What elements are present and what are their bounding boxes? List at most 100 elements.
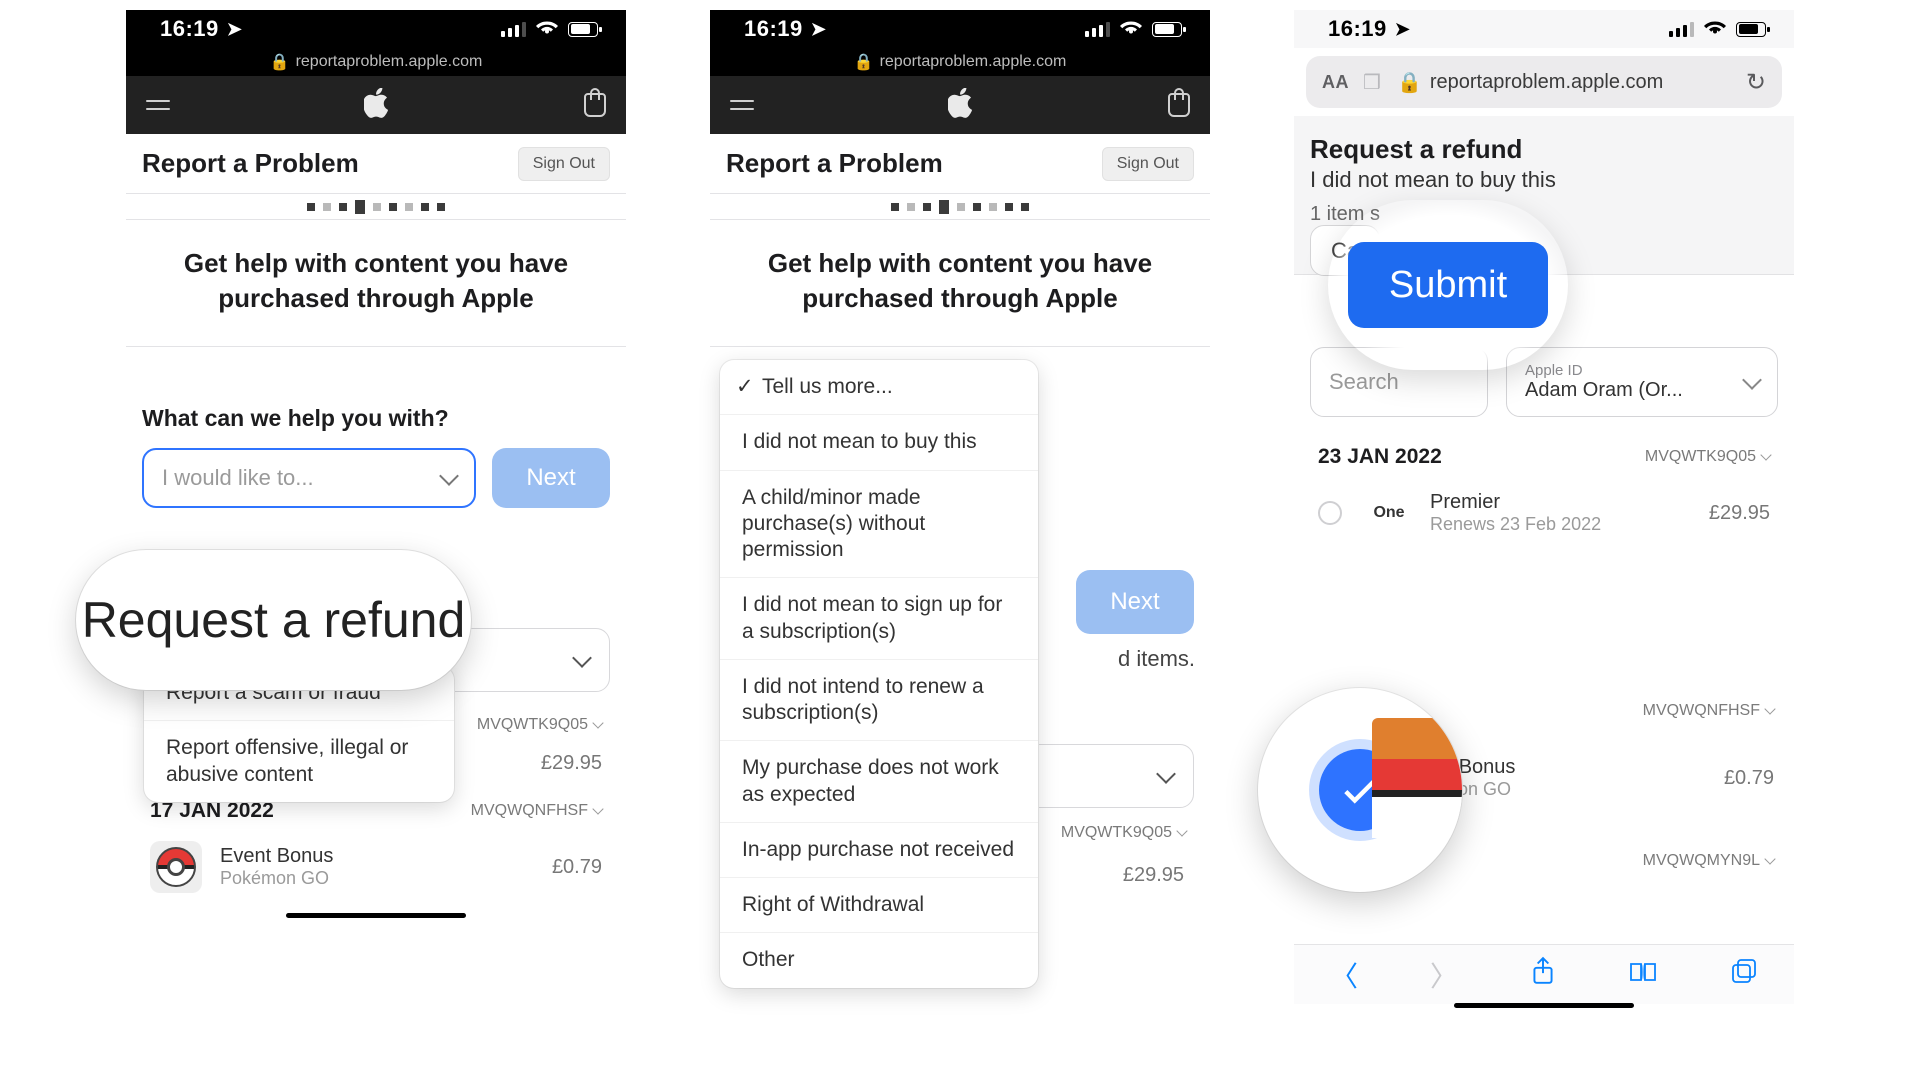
dropdown-item[interactable]: In-app purchase not received xyxy=(720,822,1038,877)
reason-select-placeholder: I would like to... xyxy=(162,465,314,491)
order-id[interactable]: MVQWTK9Q05 xyxy=(1061,824,1186,842)
apple-logo-icon[interactable] xyxy=(364,88,390,123)
battery-icon xyxy=(1736,22,1766,37)
order-id-text: MVQWQMYN9L xyxy=(1643,852,1760,870)
apple-global-nav xyxy=(710,76,1210,134)
extension-icon[interactable]: ❒ xyxy=(1363,70,1381,95)
status-time: 16:19 xyxy=(160,16,219,42)
bag-icon[interactable] xyxy=(1168,93,1190,117)
line-item-title: Event Bonus xyxy=(220,845,534,868)
bookmarks-icon[interactable] xyxy=(1628,959,1658,991)
order-id-text: MVQWQNFHSF xyxy=(1643,702,1760,720)
dropdown-item[interactable]: Other xyxy=(720,932,1038,987)
zoom-refund-text: Request a refund xyxy=(82,591,466,649)
order-id-text: MVQWTK9Q05 xyxy=(477,716,588,734)
dropdown-item[interactable]: I did not mean to sign up for a subscrip… xyxy=(720,577,1038,659)
sign-out-button[interactable]: Sign Out xyxy=(518,147,610,181)
chevron-down-icon xyxy=(1764,853,1775,864)
share-icon[interactable] xyxy=(1530,956,1556,993)
location-icon: ➤ xyxy=(227,19,243,40)
safari-url-text: reportaproblem.apple.com xyxy=(1430,71,1663,94)
next-button[interactable]: Next xyxy=(492,448,610,508)
cellular-icon xyxy=(501,21,526,37)
chevron-down-icon xyxy=(1176,825,1187,836)
order-id[interactable]: MVQWQNFHSF xyxy=(1643,702,1774,720)
order-id[interactable]: MVQWTK9Q05 xyxy=(1645,448,1770,466)
order-date: 23 JAN 2022 xyxy=(1318,445,1442,469)
dropdown-item-selected[interactable]: Tell us more... xyxy=(720,360,1038,414)
location-icon: ➤ xyxy=(1395,19,1411,40)
battery-icon xyxy=(568,22,598,37)
tell-us-more-dropdown[interactable]: Tell us more... I did not mean to buy th… xyxy=(720,360,1038,988)
sign-out-button[interactable]: Sign Out xyxy=(1102,147,1194,181)
battery-icon xyxy=(1152,22,1182,37)
cellular-icon xyxy=(1669,21,1694,37)
order-id[interactable]: MVQWQMYN9L xyxy=(1643,852,1774,870)
dropdown-item[interactable]: I did not mean to buy this xyxy=(720,414,1038,469)
app-thumb xyxy=(150,841,202,893)
safari-url-light[interactable]: AA ❒ 🔒 reportaproblem.apple.com ↻ xyxy=(1306,56,1782,108)
line-item[interactable]: One Premier Renews 23 Feb 2022 £29.95 xyxy=(1310,477,1778,549)
help-heading: Get help with content you have purchased… xyxy=(126,220,626,347)
help-heading: Get help with content you have purchased… xyxy=(710,220,1210,347)
dropdown-item[interactable]: Report offensive, illegal or abusive con… xyxy=(144,720,454,802)
question-label: What can we help you with? xyxy=(142,405,610,432)
menu-icon[interactable] xyxy=(146,100,170,110)
cellular-icon xyxy=(1085,21,1110,37)
line-item[interactable]: Event Bonus Pokémon GO £0.79 xyxy=(142,831,610,903)
dropdown-item[interactable]: A child/minor made purchase(s) without p… xyxy=(720,470,1038,578)
radio-unselected[interactable] xyxy=(1318,501,1342,525)
wifi-icon xyxy=(1120,19,1142,40)
refund-reason: I did not mean to buy this xyxy=(1310,167,1778,193)
safari-url-dark[interactable]: 🔒 reportaproblem.apple.com xyxy=(710,48,1210,76)
apple-global-nav xyxy=(126,76,626,134)
apple-one-label: One xyxy=(1373,504,1404,522)
dropdown-item[interactable]: Right of Withdrawal xyxy=(720,877,1038,932)
safari-url-text: reportaproblem.apple.com xyxy=(880,53,1067,71)
apple-logo-icon[interactable] xyxy=(948,88,974,123)
refresh-icon[interactable]: ↻ xyxy=(1746,68,1766,97)
account-select[interactable]: Apple ID Adam Oram (Or... xyxy=(1506,347,1778,417)
zoom-callout-selected xyxy=(1258,688,1462,892)
status-time: 16:19 xyxy=(744,16,803,42)
menu-icon[interactable] xyxy=(730,100,754,110)
next-button[interactable]: Next xyxy=(1076,570,1194,634)
status-time: 16:19 xyxy=(1328,16,1387,42)
home-indicator[interactable] xyxy=(286,913,466,918)
page-title: Report a Problem xyxy=(142,148,359,179)
search-placeholder: Search xyxy=(1329,369,1399,395)
status-bar: 16:19 ➤ xyxy=(710,10,1210,48)
reason-select[interactable]: I would like to... xyxy=(142,448,476,508)
location-icon: ➤ xyxy=(811,19,827,40)
chevron-down-icon xyxy=(1760,449,1771,460)
dropdown-item[interactable]: My purchase does not work as expected xyxy=(720,740,1038,822)
line-item-title: Premier xyxy=(1430,491,1691,514)
order-id[interactable]: MVQWQNFHSF xyxy=(471,802,602,820)
chevron-down-icon xyxy=(592,804,603,815)
safari-toolbar: 〈 〉 xyxy=(1294,944,1794,1004)
pokeball-icon xyxy=(1372,718,1462,838)
status-bar: 16:19 ➤ xyxy=(126,10,626,48)
page-header: Report a Problem Sign Out xyxy=(710,134,1210,194)
line-item-price: £29.95 xyxy=(1709,502,1770,525)
order-id[interactable]: MVQWTK9Q05 xyxy=(477,716,602,734)
page-title: Report a Problem xyxy=(726,148,943,179)
reader-icon[interactable]: AA xyxy=(1322,72,1349,93)
home-indicator[interactable] xyxy=(1454,1003,1634,1008)
lock-icon: 🔒 xyxy=(854,52,874,72)
refund-title: Request a refund xyxy=(1310,134,1778,165)
page-header: Report a Problem Sign Out xyxy=(126,134,626,194)
lock-icon: 🔒 xyxy=(270,52,290,72)
safari-url-dark[interactable]: 🔒 reportaproblem.apple.com xyxy=(126,48,626,76)
order-id-text: MVQWTK9Q05 xyxy=(1645,448,1756,466)
back-icon[interactable]: 〈 xyxy=(1330,955,1358,995)
order-id-text: MVQWTK9Q05 xyxy=(1061,824,1172,842)
tabs-icon[interactable] xyxy=(1730,958,1758,991)
bag-icon[interactable] xyxy=(584,93,606,117)
items-suffix-text: d items. xyxy=(1118,646,1195,672)
wifi-icon xyxy=(536,19,558,40)
chevron-down-icon xyxy=(592,718,603,729)
line-item-subtitle: Renews 23 Feb 2022 xyxy=(1430,514,1691,535)
submit-button[interactable]: Submit xyxy=(1348,242,1548,328)
dropdown-item[interactable]: I did not intend to renew a subscription… xyxy=(720,659,1038,741)
